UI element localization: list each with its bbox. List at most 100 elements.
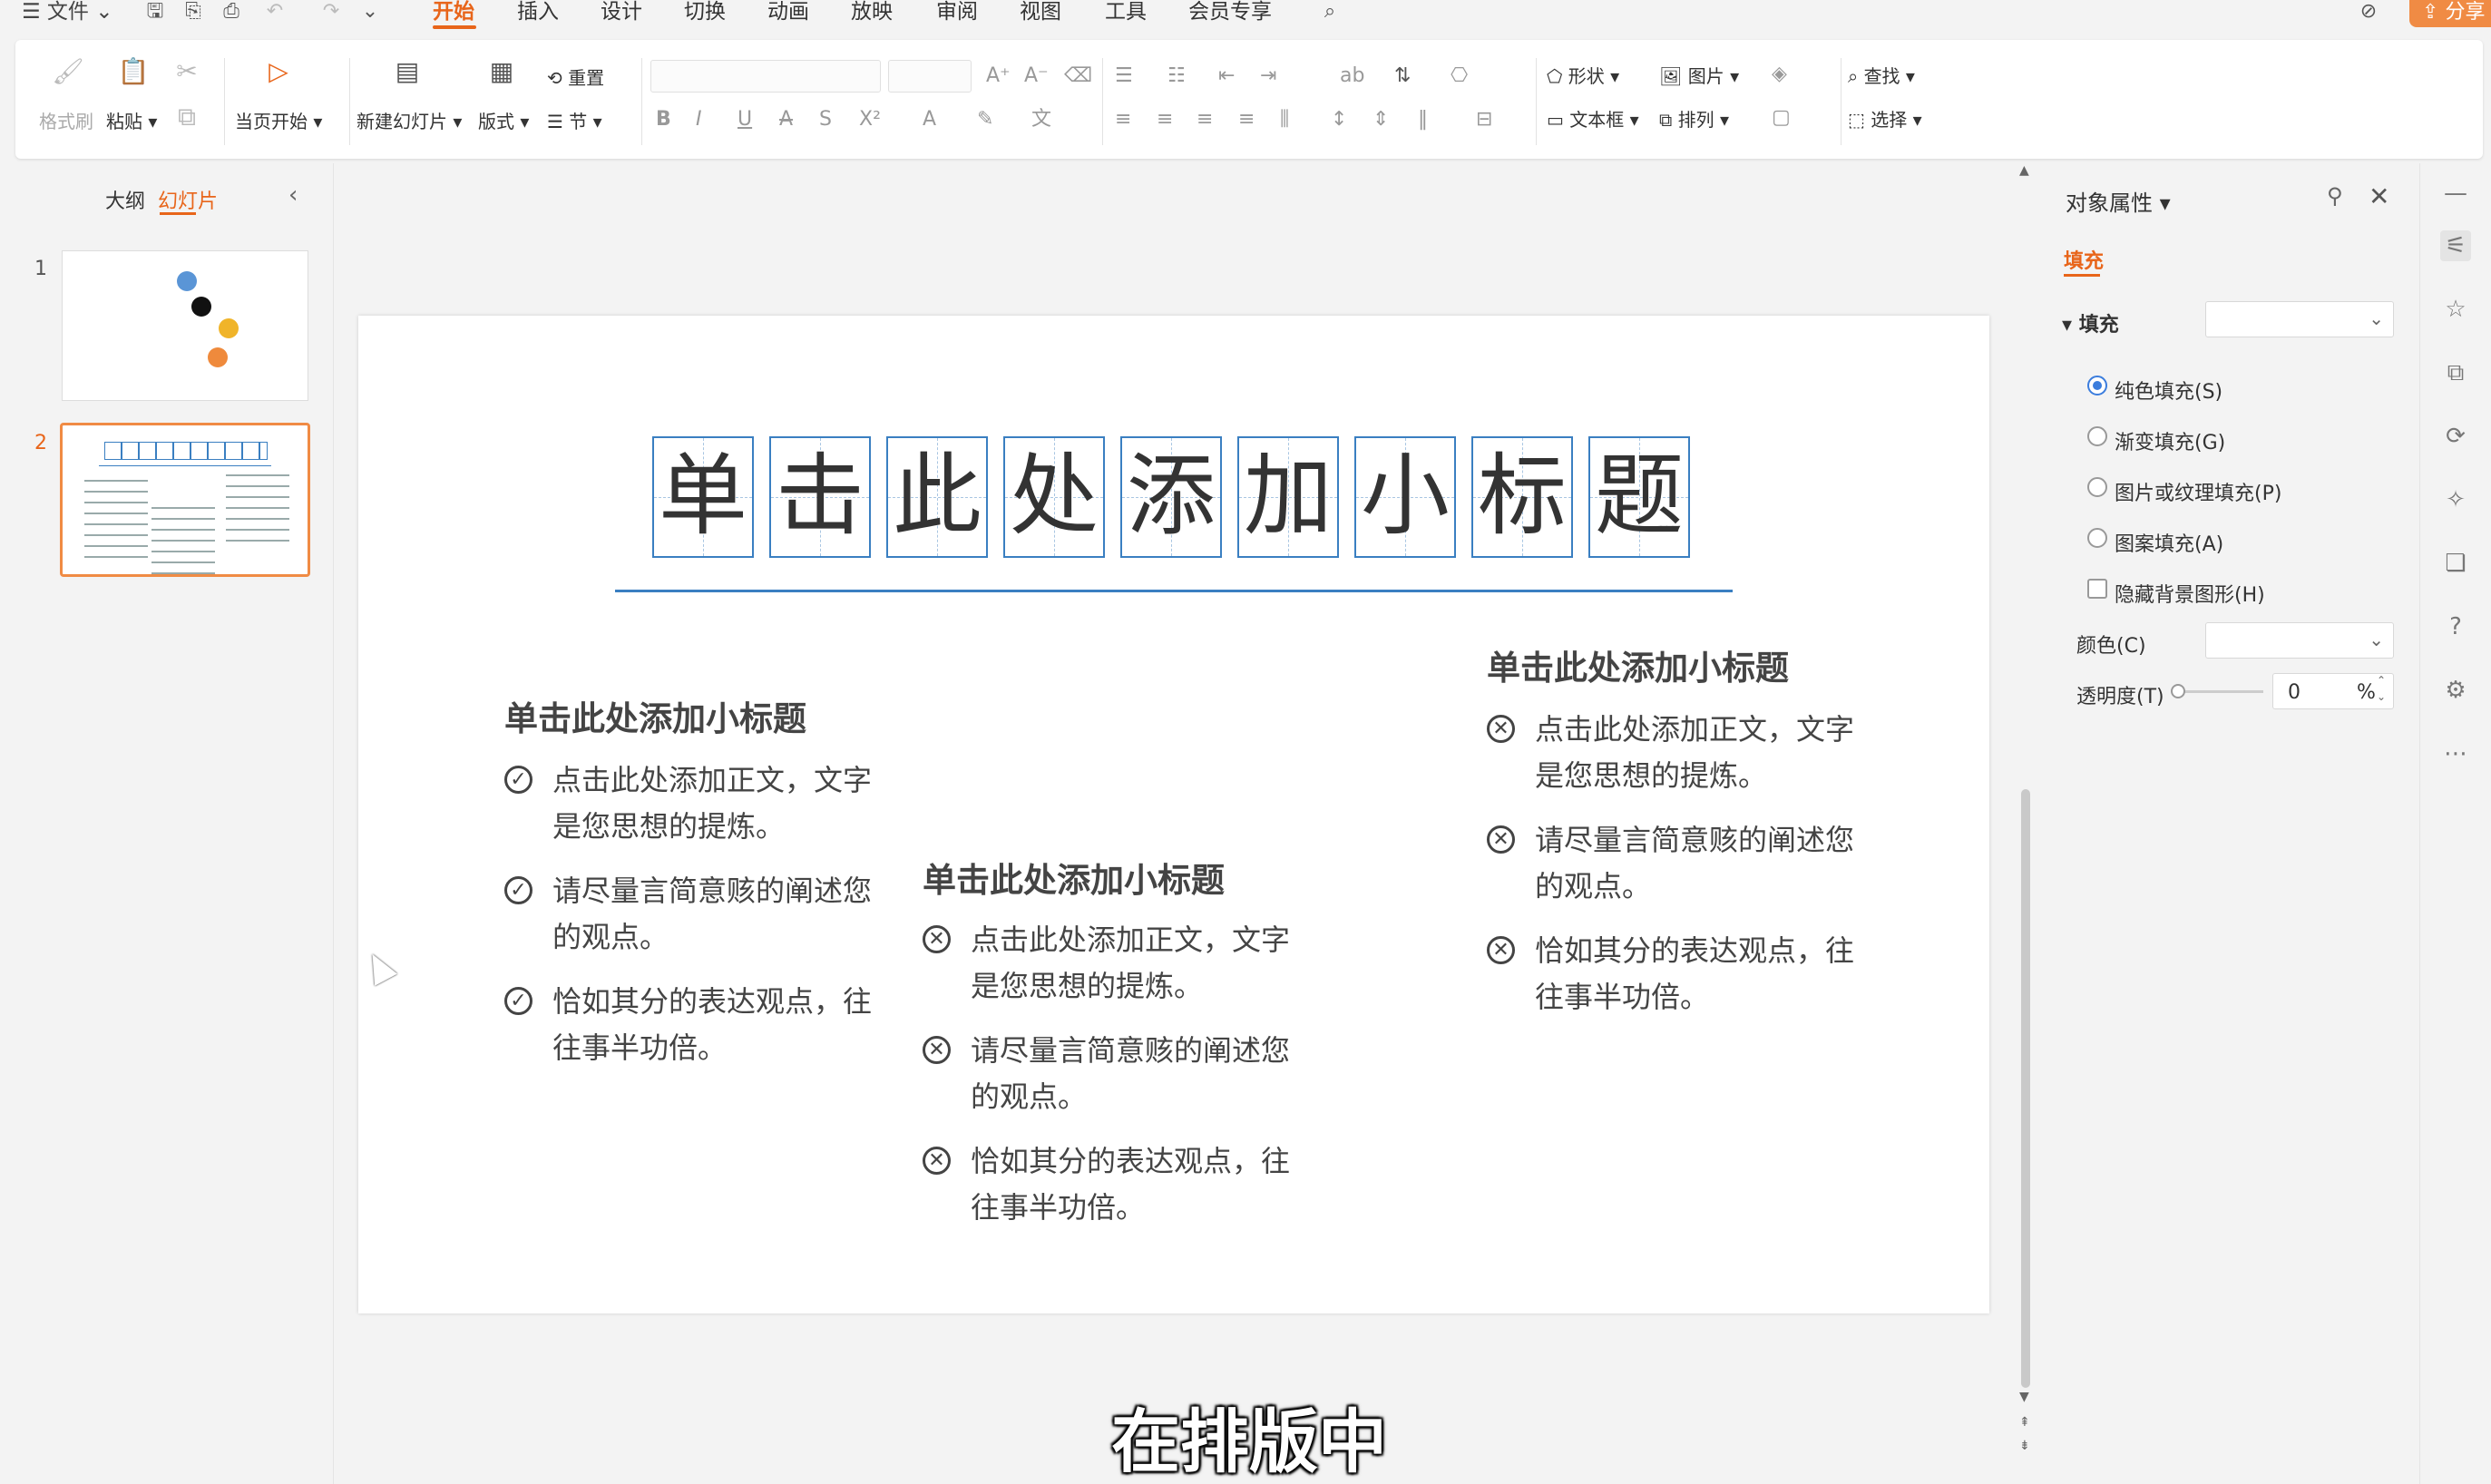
- next-slide-icon[interactable]: ⇟: [2019, 1439, 2030, 1453]
- section-button[interactable]: ☰ 节 ▾: [547, 107, 602, 133]
- tab-animation[interactable]: 动画: [767, 0, 809, 24]
- italic-icon[interactable]: I: [696, 109, 702, 131]
- close-icon[interactable]: ✕: [2369, 181, 2389, 211]
- title-char-box[interactable]: 小: [1354, 436, 1456, 558]
- font-family-dropdown[interactable]: [650, 60, 881, 93]
- column-1-bullet[interactable]: 请尽量言简意赅的阐述您的观点。: [552, 868, 879, 961]
- format-icon[interactable]: ⎘: [181, 0, 205, 24]
- book-icon[interactable]: ❏: [2440, 548, 2471, 579]
- help-icon[interactable]: ?: [2440, 611, 2471, 642]
- copy-icon[interactable]: ⧉: [171, 103, 202, 131]
- share-button[interactable]: ⇪ 分享: [2409, 0, 2491, 27]
- color-dropdown[interactable]: ⌄: [2205, 622, 2394, 659]
- font-grow-icon[interactable]: A⁺: [986, 65, 1011, 87]
- column-2-bullet[interactable]: 恰如其分的表达观点，往往事半功倍。: [971, 1138, 1297, 1231]
- fill-icon[interactable]: ◈: [1772, 63, 1787, 85]
- slide-thumbnail-2[interactable]: [60, 423, 310, 577]
- fill-type-dropdown[interactable]: ⌄: [2205, 301, 2394, 337]
- stepper-down-icon[interactable]: ⌄: [2377, 690, 2386, 703]
- textbox-button[interactable]: ▭ 文本框 ▾: [1547, 105, 1639, 132]
- undo-icon[interactable]: ↶: [263, 0, 287, 24]
- title-char-box[interactable]: 击: [769, 436, 871, 558]
- find-button[interactable]: ⌕ 查找 ▾: [1848, 62, 1915, 88]
- select-button[interactable]: ⬚ 选择 ▾: [1848, 105, 1922, 132]
- title-char-box[interactable]: 此: [886, 436, 988, 558]
- column-2-bullet[interactable]: 请尽量言简意赅的阐述您的观点。: [971, 1028, 1297, 1120]
- layout-button[interactable]: 版式 ▾: [478, 107, 529, 133]
- align-center-icon[interactable]: ≡: [1157, 109, 1173, 131]
- title-char-box[interactable]: 处: [1003, 436, 1105, 558]
- column-3-bullet[interactable]: 请尽量言简意赅的阐述您的观点。: [1535, 817, 1861, 910]
- tab-tools[interactable]: 工具: [1105, 0, 1147, 24]
- prev-slide-icon[interactable]: ⇞: [2019, 1415, 2030, 1430]
- column-2-subtitle[interactable]: 单击此处添加小标题: [923, 853, 1225, 902]
- fill-section-header[interactable]: ▾ 填充: [2062, 308, 2119, 337]
- column-2-bullet[interactable]: 点击此处添加正文，文字是您思想的提炼。: [971, 917, 1297, 1010]
- font-color-icon[interactable]: A: [923, 109, 936, 131]
- title-char-box[interactable]: 加: [1237, 436, 1339, 558]
- pin-icon[interactable]: ⚲: [2327, 183, 2343, 209]
- title-char-box[interactable]: 标: [1471, 436, 1573, 558]
- properties-icon[interactable]: ⚟: [2440, 230, 2471, 261]
- layers-icon[interactable]: ⧉: [2440, 357, 2471, 388]
- column-3-subtitle[interactable]: 单击此处添加小标题: [1487, 640, 1789, 689]
- picture-fill-radio[interactable]: [2087, 477, 2107, 497]
- tab-review[interactable]: 审阅: [936, 0, 978, 24]
- star-icon[interactable]: ☆: [2440, 294, 2471, 325]
- minimize-icon[interactable]: —: [2440, 178, 2471, 209]
- numbering-icon[interactable]: ☷: [1167, 65, 1186, 87]
- column-1-bullet[interactable]: 点击此处添加正文，文字是您思想的提炼。: [552, 757, 879, 850]
- align-right-icon[interactable]: ≡: [1197, 109, 1213, 131]
- solid-fill-label[interactable]: 纯色填充(S): [2115, 376, 2222, 405]
- pattern-fill-label[interactable]: 图案填充(A): [2115, 528, 2223, 557]
- picture-fill-label[interactable]: 图片或纹理填充(P): [2115, 477, 2281, 506]
- play-from-current-button[interactable]: 当页开始 ▾: [235, 107, 322, 133]
- shape-button[interactable]: ⬠ 形状 ▾: [1547, 62, 1619, 88]
- picture-button[interactable]: 🖼 图片 ▾: [1659, 62, 1739, 88]
- font-shrink-icon[interactable]: A⁻: [1024, 65, 1049, 87]
- distribute-icon[interactable]: ⫼: [1280, 109, 1289, 131]
- transparency-slider-track[interactable]: [2173, 690, 2263, 693]
- chevron-down-icon[interactable]: ⌄: [358, 0, 382, 24]
- paste-button[interactable]: 粘贴 ▾: [106, 107, 157, 133]
- columns-icon[interactable]: ‖: [1418, 109, 1428, 131]
- transparency-slider-handle[interactable]: [2171, 684, 2185, 698]
- align-left-icon[interactable]: ≡: [1115, 109, 1131, 131]
- clear-format-icon[interactable]: ⌫: [1064, 65, 1092, 87]
- panel-title[interactable]: 对象属性 ▾: [2066, 185, 2171, 217]
- tab-fill[interactable]: 填充: [2064, 245, 2104, 274]
- solid-fill-radio[interactable]: [2087, 376, 2107, 395]
- line-spacing-icon[interactable]: ↕: [1331, 109, 1347, 131]
- phonetic-icon[interactable]: 文: [1031, 109, 1051, 131]
- highlight-icon[interactable]: ✎: [977, 109, 993, 131]
- stepper-up-icon[interactable]: ⌃: [2377, 674, 2386, 687]
- sync-status-icon[interactable]: ⊘: [2357, 0, 2380, 24]
- slide-thumbnail-1[interactable]: [62, 250, 308, 401]
- vertical-scrollbar[interactable]: ▲ ▼ ⇞ ⇟: [2017, 163, 2034, 1469]
- shadow-icon[interactable]: S: [819, 109, 832, 131]
- pattern-fill-radio[interactable]: [2087, 528, 2107, 548]
- column-3-bullet[interactable]: 恰如其分的表达观点，往往事半功倍。: [1535, 928, 1861, 1020]
- search-icon[interactable]: ⌕: [1318, 0, 1342, 24]
- tab-home[interactable]: 开始: [433, 0, 474, 24]
- text-align-icon[interactable]: ⊟: [1476, 109, 1492, 131]
- tab-transition[interactable]: 切换: [684, 0, 726, 24]
- gradient-fill-radio[interactable]: [2087, 426, 2107, 446]
- scroll-down-icon[interactable]: ▼: [2019, 1390, 2029, 1404]
- scroll-thumb[interactable]: [2021, 789, 2030, 1388]
- underline-icon[interactable]: U: [738, 109, 752, 131]
- reset-button[interactable]: ⟲ 重置: [547, 63, 604, 90]
- format-painter-button[interactable]: 格式刷: [39, 107, 93, 133]
- file-menu[interactable]: ☰ 文件 ⌄: [22, 0, 113, 24]
- title-char-box[interactable]: 添: [1120, 436, 1222, 558]
- tab-view[interactable]: 视图: [1020, 0, 1061, 24]
- collapse-panel-icon[interactable]: ‹: [288, 181, 298, 209]
- increase-indent-icon[interactable]: ⇥: [1260, 65, 1276, 87]
- arrange-button[interactable]: ⧉ 排列 ▾: [1659, 105, 1729, 132]
- new-slide-button[interactable]: 新建幻灯片 ▾: [357, 107, 462, 133]
- hide-background-label[interactable]: 隐藏背景图形(H): [2115, 579, 2265, 608]
- tools-icon[interactable]: ✧: [2440, 484, 2471, 515]
- tab-design[interactable]: 设计: [601, 0, 642, 24]
- convert-smartart-icon[interactable]: ⎔: [1451, 65, 1468, 87]
- title-char-box[interactable]: 题: [1588, 436, 1690, 558]
